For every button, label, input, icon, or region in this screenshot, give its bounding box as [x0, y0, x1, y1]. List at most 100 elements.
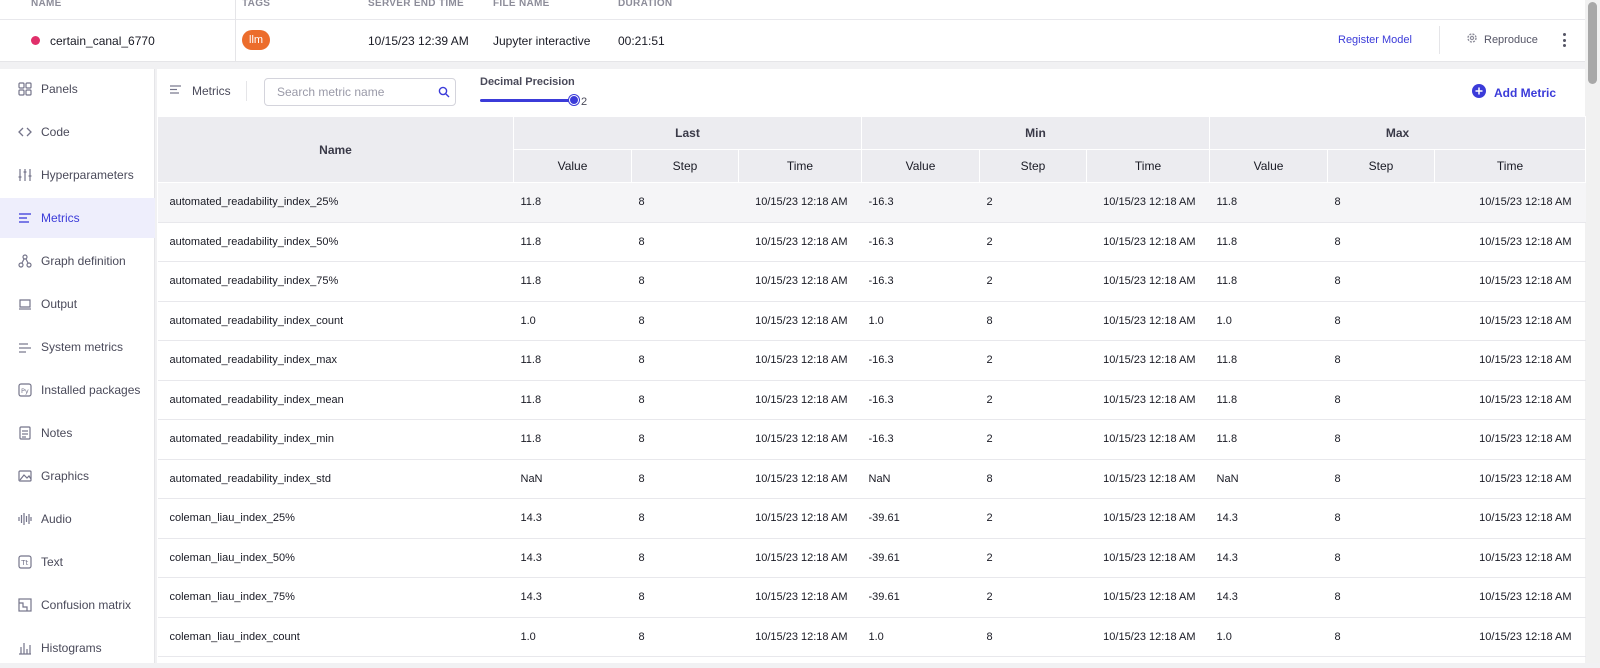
metrics-panel: Metrics Decimal Precision 2 Add Metric N… [157, 69, 1587, 663]
cell-last-value: 11.8 [513, 380, 632, 420]
sidebar-item-output[interactable]: Output [0, 284, 155, 324]
table-row[interactable]: automated_readability_index_std NaN 8 10/15… [157, 459, 1586, 499]
cell-min-step: 8 [979, 301, 1087, 341]
divider [246, 81, 247, 101]
sidebar-item-notes[interactable]: Notes [0, 413, 155, 453]
column-header-last-value[interactable]: Value [513, 149, 632, 183]
sidebar-item-hyperparameters[interactable]: Hyperparameters [0, 155, 155, 195]
sidebar-item-graphics[interactable]: Graphics [0, 456, 155, 496]
table-row[interactable]: coleman_liau_index_count 1.0 8 10/15/23 12:… [157, 617, 1586, 657]
decimal-precision-label: Decimal Precision [480, 76, 575, 88]
confusion-matrix-icon [18, 598, 32, 612]
sidebar-item-label: Panels [41, 82, 78, 96]
add-metric-label: Add Metric [1494, 85, 1557, 100]
table-row[interactable]: automated_readability_index_50% 11.8 8 10/1… [157, 222, 1586, 262]
cell-last-value: 11.8 [513, 419, 632, 460]
table-row[interactable]: coleman_liau_index_75% 14.3 8 10/15/23 12:1… [157, 577, 1586, 618]
cell-max-step: 8 [1327, 222, 1435, 262]
cell-max-value: 11.8 [1209, 340, 1328, 381]
metrics-view-toggle[interactable]: Metrics [169, 84, 231, 98]
cell-last-time: 10/15/23 12:18 AM [738, 419, 862, 460]
column-header-last-time[interactable]: Time [738, 149, 862, 183]
metrics-toolbar: Metrics Decimal Precision 2 Add Metric [157, 69, 1585, 116]
svg-text:Py: Py [21, 387, 29, 395]
cell-min-value: -39.61 [861, 498, 980, 539]
column-header-tags: TAGS [242, 0, 271, 9]
cell-min-step: 2 [979, 182, 1087, 223]
column-header-max-time[interactable]: Time [1434, 149, 1587, 183]
sidebar-item-system-metrics[interactable]: System metrics [0, 327, 155, 367]
cell-max-step: 8 [1327, 459, 1435, 499]
cell-last-step: 8 [631, 261, 739, 302]
divider [235, 0, 236, 62]
cell-max-value: 11.8 [1209, 380, 1328, 420]
cell-last-value: 14.3 [513, 577, 632, 618]
svg-text:Tt: Tt [20, 559, 28, 567]
table-row[interactable]: automated_readability_index_min 11.8 8 10/1… [157, 419, 1586, 460]
cell-last-step: 8 [631, 459, 739, 499]
cell-metric-name: coleman_liau_index_75% [157, 577, 514, 618]
sidebar-item-installed-packages[interactable]: Py Installed packages [0, 370, 155, 410]
scrollbar-thumb[interactable] [1588, 2, 1597, 84]
cell-max-value: 11.8 [1209, 261, 1328, 302]
tag-badge[interactable]: llm [242, 30, 271, 50]
column-header-last-step[interactable]: Step [631, 149, 739, 183]
cell-last-step: 8 [631, 182, 739, 223]
cell-last-value: 1.0 [513, 617, 632, 657]
cell-min-value: -16.3 [861, 419, 980, 460]
sidebar-item-panels[interactable]: Panels [0, 69, 155, 109]
more-options-icon[interactable] [1560, 30, 1568, 50]
column-header-max-step[interactable]: Step [1327, 149, 1436, 183]
cell-last-value: NaN [513, 459, 632, 499]
register-model-button[interactable]: Register Model [1338, 34, 1412, 46]
column-header-name[interactable]: Name [157, 116, 514, 183]
cell-min-time: 10/15/23 12:18 AM [1086, 340, 1210, 381]
cell-last-step: 8 [631, 419, 739, 460]
reproduce-button[interactable]: Reproduce [1466, 32, 1538, 47]
histogram-icon [18, 641, 32, 655]
table-row[interactable]: automated_readability_index_max 11.8 8 10/1… [157, 340, 1586, 381]
cell-last-value: 11.8 [513, 222, 632, 262]
sidebar-item-graph-definition[interactable]: Graph definition [0, 241, 155, 281]
cell-max-time: 10/15/23 12:18 AM [1434, 538, 1586, 578]
sidebar-item-code[interactable]: Code [0, 112, 155, 152]
slider-handle[interactable] [569, 95, 579, 105]
column-header-min-value[interactable]: Value [861, 149, 980, 183]
cell-max-value: NaN [1209, 459, 1328, 499]
add-metric-button[interactable]: Add Metric [1472, 84, 1556, 101]
column-header-min-step[interactable]: Step [979, 149, 1087, 183]
notes-icon [18, 426, 32, 440]
search-input[interactable] [264, 78, 456, 106]
column-header-max-value[interactable]: Value [1209, 149, 1329, 183]
run-header-columns: NAME TAGS SERVER END TIME FILE NAME DURA… [0, 0, 1585, 20]
sidebar-item-label: Metrics [41, 211, 80, 225]
cell-last-time: 10/15/23 12:18 AM [738, 459, 862, 499]
table-row[interactable]: automated_readability_index_count 1.0 8 10/… [157, 301, 1586, 341]
search-icon[interactable] [438, 85, 450, 103]
sidebar-item-metrics[interactable]: Metrics [0, 198, 155, 238]
cell-last-step: 8 [631, 498, 739, 539]
table-row[interactable]: coleman_liau_index_25% 14.3 8 10/15/23 12:1… [157, 498, 1586, 539]
sidebar-item-confusion-matrix[interactable]: Confusion matrix [0, 585, 155, 625]
table-row[interactable]: coleman_liau_index_50% 14.3 8 10/15/23 12:1… [157, 538, 1586, 578]
cell-last-step: 8 [631, 301, 739, 341]
sidebar-item-audio[interactable]: Audio [0, 499, 155, 539]
cell-metric-name: automated_readability_index_min [157, 419, 514, 460]
sidebar-item-label: Installed packages [41, 383, 141, 397]
metrics-icon [169, 84, 182, 98]
cell-min-time: 10/15/23 12:18 AM [1086, 538, 1210, 578]
run-name[interactable]: certain_canal_6770 [50, 34, 155, 48]
cell-max-time: 10/15/23 12:18 AM [1434, 577, 1586, 618]
table-row[interactable]: automated_readability_index_25% 11.8 8 10/1… [157, 182, 1586, 223]
sidebar-item-histograms[interactable]: Histograms [0, 628, 155, 668]
graph-icon [18, 254, 32, 268]
cell-max-step: 8 [1327, 577, 1435, 618]
table-row[interactable]: automated_readability_index_75% 11.8 8 10/1… [157, 261, 1586, 302]
table-row[interactable]: automated_readability_index_mean 11.8 8 10/… [157, 380, 1586, 420]
column-header-min-time[interactable]: Time [1085, 149, 1211, 183]
sidebar-item-label: Graph definition [41, 254, 126, 268]
page-scrollbar[interactable] [1585, 0, 1600, 663]
sidebar-item-text[interactable]: Tt Text [0, 542, 155, 582]
cell-max-step: 8 [1327, 301, 1435, 341]
decimal-precision-slider[interactable] [480, 95, 579, 105]
